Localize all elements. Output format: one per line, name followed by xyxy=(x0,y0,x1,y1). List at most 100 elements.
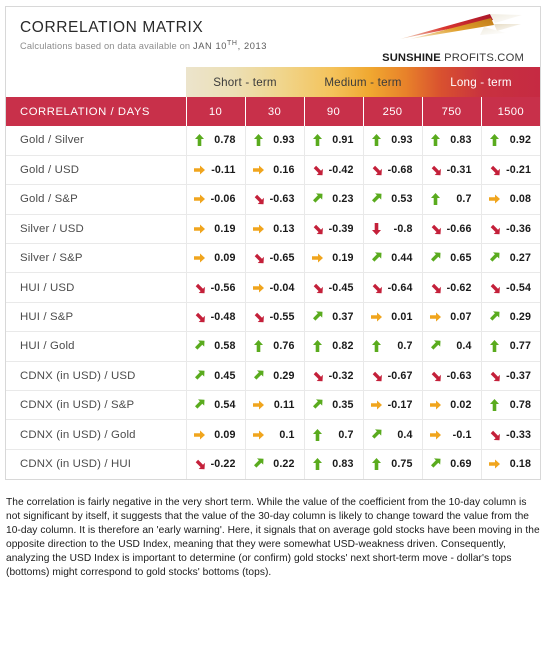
correlation-cell-r1-c2: -0.42 xyxy=(304,155,364,186)
cell-content: -0.36 xyxy=(482,223,532,235)
band-gradient: Short - term Medium - term Long - term xyxy=(186,67,540,97)
cell-content: -0.21 xyxy=(482,164,532,176)
cell-content: -0.67 xyxy=(364,370,413,382)
correlation-value: 0.7 xyxy=(397,340,413,353)
column-header-10-days: 10 xyxy=(186,97,246,126)
correlation-cell-r5-c0: -0.56 xyxy=(186,272,246,303)
cell-content: 0.54 xyxy=(187,399,236,411)
correlation-cell-r0-c3: 0.93 xyxy=(363,126,423,156)
correlation-cell-r7-c1: 0.76 xyxy=(245,331,305,362)
row-label-8: CDNX (in USD) / USD xyxy=(6,361,187,392)
cell-content: 0.92 xyxy=(482,134,532,147)
correlation-cell-r0-c2: 0.91 xyxy=(304,126,364,156)
sunshine-profits-logo[interactable]: SUNSHINE PROFITS.COM xyxy=(362,13,530,65)
correlation-cell-r4-c4: 0.65 xyxy=(422,243,482,274)
correlation-value: 0.54 xyxy=(214,399,236,412)
arrow-right-orange xyxy=(252,282,264,294)
correlation-value: 0.69 xyxy=(450,458,472,471)
cell-content: 0.7 xyxy=(423,193,472,206)
correlation-cell-r10-c4: -0.1 xyxy=(422,419,482,450)
cell-content: 0.83 xyxy=(423,134,472,147)
correlation-value: -0.63 xyxy=(446,369,472,382)
cell-content: 0.78 xyxy=(482,399,532,412)
correlation-value: 0.1 xyxy=(279,428,295,441)
logo-wordmark: SUNSHINE PROFITS.COM xyxy=(382,52,524,64)
logo-wordmark-rest: PROFITS.COM xyxy=(440,52,524,64)
cell-content: 0.07 xyxy=(423,311,472,323)
row-label-2: Gold / S&P xyxy=(6,184,187,215)
row-label-10: CDNX (in USD) / Gold xyxy=(6,419,187,450)
cell-content: 0.16 xyxy=(246,164,295,176)
correlation-cell-r4-c5: 0.27 xyxy=(481,243,540,274)
arrow-up-green xyxy=(312,134,323,147)
correlation-value: 0.75 xyxy=(391,458,413,471)
correlation-cell-r10-c2: 0.7 xyxy=(304,419,364,450)
correlation-value: 0.4 xyxy=(456,340,472,353)
correlation-value: -0.63 xyxy=(269,193,295,206)
arrow-up-green xyxy=(312,340,323,353)
arrow-upright-green xyxy=(312,399,323,411)
corner-header: CORRELATION / DAYS xyxy=(6,97,187,126)
correlation-value: -0.55 xyxy=(269,311,295,324)
cell-content: 0.91 xyxy=(305,134,354,147)
cell-content: 0.29 xyxy=(246,370,295,382)
cell-content: 0.69 xyxy=(423,458,472,470)
row-label-5: HUI / USD xyxy=(6,272,187,303)
cell-content: -0.66 xyxy=(423,223,472,235)
correlation-cell-r5-c4: -0.62 xyxy=(422,272,482,303)
arrow-down-red xyxy=(371,222,382,235)
row-label-3: Silver / USD xyxy=(6,214,187,245)
correlation-value: 0.27 xyxy=(509,252,531,265)
correlation-cell-r4-c0: 0.09 xyxy=(186,243,246,274)
correlation-value: -0.36 xyxy=(506,222,531,235)
correlation-value: -0.8 xyxy=(393,222,413,235)
correlation-cell-r9-c4: 0.02 xyxy=(422,390,482,421)
row-label-4: Silver / S&P xyxy=(6,243,187,274)
cell-content: 0.4 xyxy=(364,429,413,441)
arrow-up-green xyxy=(430,193,441,206)
cell-content: -0.62 xyxy=(423,282,472,294)
arrow-upright-green xyxy=(430,340,441,352)
row-label-6: HUI / S&P xyxy=(6,302,187,333)
correlation-cell-r8-c2: -0.32 xyxy=(304,361,364,392)
correlation-value: -0.39 xyxy=(328,222,354,235)
correlation-cell-r9-c5: 0.78 xyxy=(481,390,540,421)
cell-content: 0.37 xyxy=(305,311,354,323)
correlation-cell-r0-c1: 0.93 xyxy=(245,126,305,156)
cell-content: 0.23 xyxy=(305,193,354,205)
correlation-value: -0.06 xyxy=(210,193,236,206)
table-row: CDNX (in USD) / HUI -0.22 0.22 0.83 0.75 0.69… xyxy=(6,449,540,479)
cell-content: -0.54 xyxy=(482,282,532,294)
cell-content: -0.37 xyxy=(482,370,532,382)
correlation-cell-r2-c0: -0.06 xyxy=(186,184,246,215)
correlation-cell-r11-c0: -0.22 xyxy=(186,449,246,479)
correlation-value: 0.83 xyxy=(450,134,472,147)
cell-content: 0.13 xyxy=(246,223,295,235)
correlation-value: 0.92 xyxy=(509,134,531,147)
arrow-up-green xyxy=(371,340,382,353)
sunburst-logo-icon xyxy=(400,14,522,39)
correlation-cell-r3-c3: -0.8 xyxy=(363,214,423,245)
cell-content: 0.93 xyxy=(364,134,413,147)
arrow-right-orange xyxy=(370,311,382,323)
correlation-cell-r10-c0: 0.09 xyxy=(186,419,246,450)
band-segment-short-term: Short - term xyxy=(213,75,277,89)
correlation-cell-r9-c1: 0.11 xyxy=(245,390,305,421)
correlation-cell-r2-c1: -0.63 xyxy=(245,184,305,215)
correlation-value: -0.17 xyxy=(387,399,413,412)
correlation-cell-r10-c3: 0.4 xyxy=(363,419,423,450)
correlation-value: 0.93 xyxy=(273,134,295,147)
correlation-value: -0.42 xyxy=(328,164,354,177)
correlation-value: 0.08 xyxy=(509,193,531,206)
correlation-value: 0.7 xyxy=(338,428,354,441)
correlation-value: -0.65 xyxy=(269,252,295,265)
correlation-value: 0.4 xyxy=(397,428,413,441)
table-row: HUI / Gold 0.58 0.76 0.82 0.7 0.4 0.77 xyxy=(6,331,540,362)
correlation-cell-r1-c3: -0.68 xyxy=(363,155,423,186)
arrow-right-orange xyxy=(252,164,264,176)
correlation-value: 0.7 xyxy=(456,193,472,206)
arrow-upright-green xyxy=(312,193,323,205)
correlation-value: 0.11 xyxy=(273,399,295,412)
cell-content: 0.09 xyxy=(187,429,236,441)
arrow-downright-red xyxy=(253,311,264,323)
